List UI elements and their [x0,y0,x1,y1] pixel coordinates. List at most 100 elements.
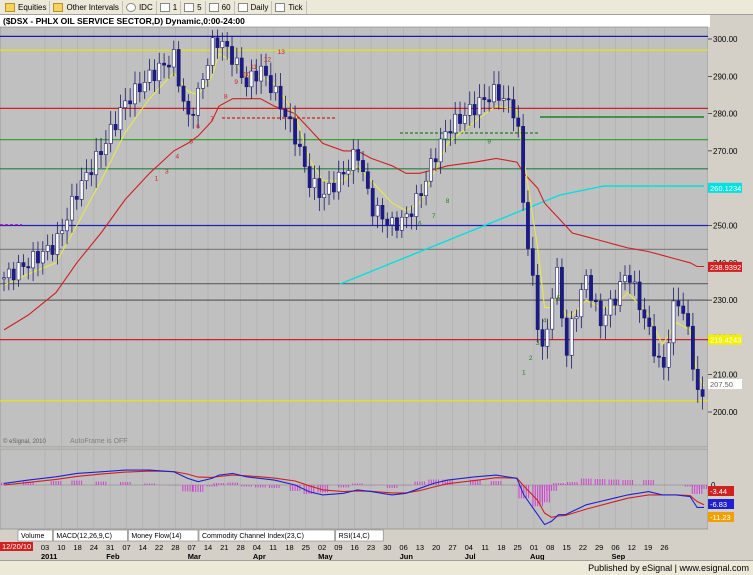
candle-body [477,97,482,116]
x-month-label: Mar [188,552,201,560]
candle-body [695,368,700,390]
candle-body [506,98,511,101]
toolbar-item-60[interactable]: 60 [206,0,235,14]
candle-body [336,171,341,193]
square-icon [159,2,170,12]
candle-body [584,275,589,290]
candle-body [409,213,414,217]
candle-body [162,62,166,66]
candle-body [74,196,79,200]
x-tick-label: 18 [73,543,81,552]
panel-tab-label: Commodity Channel Index(23,C) [202,533,304,540]
candle-body [176,49,181,87]
candle-body [618,281,623,306]
demark-red-count: 5 [189,138,193,145]
candle-body [65,219,69,232]
candle-body [467,104,472,116]
candle-body [399,216,404,231]
toolbar-item-equities[interactable]: Equities [2,0,51,14]
y-tick-label: 290.00 [713,72,738,81]
x-tick-label: 07 [188,543,196,552]
x-tick-label: 18 [497,543,505,552]
chart-title: ($DSX - PHLX OIL SERVICE SECTOR,D) Dynam… [3,16,245,26]
toolbar-item-label: 1 [172,2,178,12]
candle-body [123,100,128,108]
candle-body [637,281,642,311]
y-axis-bg [708,27,753,529]
x-tick-label: 11 [481,543,489,552]
candle-body [298,143,302,147]
y-tick-label: 200.00 [713,408,738,417]
candle-body [603,314,608,327]
x-tick-label: 10 [57,543,65,552]
demark-green-count: 9 [487,138,491,145]
price-chart: ($DSX - PHLX OIL SERVICE SECTOR,D) Dynam… [0,15,753,560]
demark-red-count: 13 [278,49,286,56]
candle-body [108,124,113,144]
x-tick-label: 14 [139,543,147,552]
candle-body [21,262,26,267]
demark-red-count: 10 [243,71,251,78]
candle-body [128,100,133,105]
candle-body [137,83,142,93]
x-tick-label: 18 [285,543,293,552]
candle-body [545,328,550,347]
candle-body [351,149,356,171]
toolbar-item-1[interactable]: 1 [157,0,182,14]
circle-icon [125,2,136,12]
candle-body [511,99,516,119]
candle-body [623,275,627,282]
toolbar-item-idc[interactable]: IDC [123,0,157,14]
candle-body [225,41,230,47]
x-month-label: Jun [400,552,414,560]
candle-body [70,196,74,221]
candle-body [341,171,346,175]
candle-body [613,298,618,306]
candle-body [458,113,462,124]
candle-body [273,85,278,94]
candle-body [234,57,239,65]
y-tick-label: 300.00 [713,35,738,44]
x-month-label: May [318,552,333,560]
x-month-label: Feb [106,552,120,560]
candle-body [550,297,555,330]
candle-body [142,82,147,93]
toolbar-item-daily[interactable]: Daily [235,0,273,14]
x-tick-label: 04 [253,543,261,552]
price-label: 219.4243 [710,336,741,345]
candle-body [501,98,506,101]
candle-body [167,64,171,68]
candle-body [79,180,84,200]
x-tick-label: 16 [351,543,359,552]
x-month-label: Sep [612,552,626,560]
x-tick-label: 11 [269,543,277,552]
candle-body [259,65,264,82]
candle-body [632,281,637,284]
footer: Published by eSignal | www.esignal.com [0,560,753,575]
toolbar-item-tick[interactable]: Tick [272,0,307,14]
square-icon [237,2,248,12]
x-tick-label: 02 [318,543,326,552]
x-tick-label: 20 [432,543,440,552]
candle-body [691,325,695,370]
candle-body [50,245,55,255]
candle-body [438,138,443,163]
candle-body [361,160,365,173]
x-tick-label: 12 [628,543,636,552]
x-month-label: Aug [530,552,545,560]
candle-body [220,41,225,48]
demark-green-count: 5 [557,295,561,302]
candle-body [157,62,162,82]
candle-body [589,275,593,301]
demark-red-count: 6 [196,124,200,131]
candle-body [113,124,118,131]
x-tick-label: 21 [220,543,228,552]
toolbar-item-5[interactable]: 5 [181,0,206,14]
candle-body [555,266,559,299]
panel-tab-label: RSI(14,C) [339,533,370,540]
candle-body [99,151,103,155]
candle-body [244,77,249,88]
toolbar-item-other-intervals[interactable]: Other Intervals [50,0,123,14]
panel-tabs[interactable]: Volume MACD(12,26,9,C) Money Flow(14) Commo… [17,529,384,542]
candle-body [652,326,656,357]
